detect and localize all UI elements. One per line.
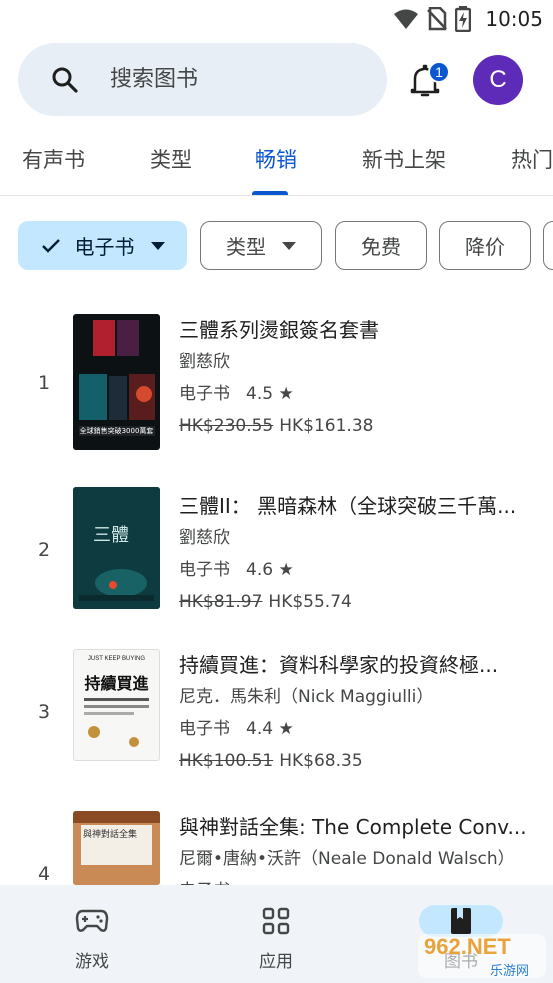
dropdown-arrow-icon	[150, 241, 165, 250]
wifi-icon	[394, 9, 419, 29]
book-list-item[interactable]: 2 三體 三體II： 黑暗森林（全球突破三千萬... 劉慈欣 电子书 4.6 ★ …	[0, 487, 553, 627]
book-author: 劉慈欣	[179, 352, 230, 372]
avatar[interactable]: C	[473, 55, 523, 105]
check-icon	[41, 238, 60, 253]
book-info: 持續買進：資料科學家的投資終極... 尼克．馬朱利（Nick Maggiulli…	[179, 651, 539, 773]
book-title: 與神對話全集: The Complete Conv...	[179, 815, 527, 839]
watermark-subtext: 乐游网	[490, 964, 530, 979]
book-list-item[interactable]: 3 JUST KEEP BUYING 持續買進 持續買進：資料科學家的投資終極.…	[0, 649, 553, 789]
book-title: 三體系列燙銀簽名套書	[179, 318, 379, 342]
book-price: HK$230.55 HK$161.38	[179, 414, 539, 438]
tab-top-selling[interactable]: 畅销	[255, 144, 297, 174]
book-price: HK$100.51 HK$68.35	[179, 749, 539, 773]
tab-new-releases[interactable]: 新书上架	[362, 144, 446, 174]
nav-games-label: 游戏	[75, 952, 109, 972]
battery-charging-icon	[455, 6, 472, 32]
category-tabs: 有声书 类型 畅销 新书上架 热门	[0, 128, 553, 196]
cover-caption: 與神對話全集	[83, 830, 138, 840]
book-format: 电子书	[179, 384, 230, 404]
book-title: 三體II： 黑暗森林（全球突破三千萬...	[179, 494, 517, 518]
book-author: 尼爾•唐納•沃許（Neale Donald Walsch）	[179, 849, 515, 869]
book-rank: 3	[38, 701, 51, 723]
chip-more[interactable]	[543, 221, 553, 270]
book-format: 电子书	[179, 560, 230, 580]
book-rank: 4	[38, 863, 51, 885]
book-rating: 4.6 ★	[246, 560, 294, 580]
nav-apps-label: 应用	[259, 952, 293, 972]
book-info: 三體II： 黑暗森林（全球突破三千萬... 劉慈欣 电子书 4.6 ★ HK$81…	[179, 492, 539, 614]
book-meta: 电子书 4.4 ★	[179, 717, 539, 741]
book-rank: 1	[38, 372, 51, 394]
book-cover: 全球銷售突破3000萬套	[73, 314, 160, 450]
book-old-price: HK$100.51	[179, 751, 274, 771]
chip-free[interactable]: 免费	[335, 221, 427, 270]
clock: 10:05	[485, 7, 543, 31]
chip-genre[interactable]: 类型	[200, 221, 322, 270]
book-cover: JUST KEEP BUYING 持續買進	[73, 649, 160, 761]
apps-grid-icon	[244, 905, 308, 937]
status-icons: 10:05	[393, 6, 543, 32]
no-sim-icon	[427, 7, 448, 31]
search-input[interactable]	[110, 67, 350, 92]
book-price: HK$81.97 HK$55.74	[179, 590, 539, 614]
search-bar[interactable]	[18, 43, 387, 116]
tab-audiobooks[interactable]: 有声书	[22, 144, 85, 174]
chip-genre-label: 类型	[226, 235, 266, 259]
book-current-price: HK$68.35	[279, 751, 363, 771]
watermark-logo: 962.NET 乐游网	[418, 930, 548, 980]
watermark-text: 962.NET	[424, 934, 511, 959]
notification-badge: 1	[428, 61, 450, 83]
book-current-price: HK$55.74	[268, 592, 352, 612]
cover-caption: 三體	[93, 525, 129, 546]
book-cover: 與神對話全集	[73, 811, 160, 885]
tab-trending[interactable]: 热门	[511, 144, 553, 174]
chip-free-label: 免费	[361, 235, 401, 259]
cover-caption: 全球銷售突破3000萬套	[79, 427, 154, 435]
chip-discount[interactable]: 降价	[439, 221, 531, 270]
gamepad-icon	[60, 905, 124, 937]
book-list-item[interactable]: 1 全球銷售突破3000萬套 三體系列燙銀簽名套書 劉慈欣 电子书 4.5 ★ H…	[0, 314, 553, 454]
book-old-price: HK$230.55	[179, 416, 274, 436]
book-rating: 4.4 ★	[246, 719, 294, 739]
book-author: 劉慈欣	[179, 528, 230, 548]
search-icon[interactable]	[50, 65, 80, 95]
book-meta: 电子书 4.5 ★	[179, 382, 539, 406]
chip-ebook[interactable]: 电子书	[18, 221, 187, 270]
book-title: 持續買進：資料科學家的投資終極...	[179, 653, 499, 677]
book-current-price: HK$161.38	[279, 416, 374, 436]
chip-discount-label: 降价	[465, 235, 505, 259]
book-rank: 2	[38, 539, 51, 561]
book-meta: 电子书 4.6 ★	[179, 558, 539, 582]
status-bar: 10:05	[0, 0, 553, 38]
book-old-price: HK$81.97	[179, 592, 263, 612]
filter-chips: 电子书 类型 免费 降价	[0, 221, 553, 271]
book-info: 三體系列燙銀簽名套書 劉慈欣 电子书 4.5 ★ HK$230.55 HK$161.…	[179, 316, 539, 438]
book-format: 电子书	[179, 719, 230, 739]
book-rating: 4.5 ★	[246, 384, 294, 404]
book-cover: 三體	[73, 487, 160, 609]
book-author: 尼克．馬朱利（Nick Maggiulli）	[179, 687, 434, 707]
tab-indicator	[252, 191, 288, 195]
tab-genres[interactable]: 类型	[150, 144, 192, 174]
nav-apps[interactable]: 应用	[184, 885, 368, 983]
nav-games[interactable]: 游戏	[0, 885, 184, 983]
dropdown-arrow-icon	[282, 241, 296, 250]
chip-ebook-label: 电子书	[74, 235, 135, 259]
